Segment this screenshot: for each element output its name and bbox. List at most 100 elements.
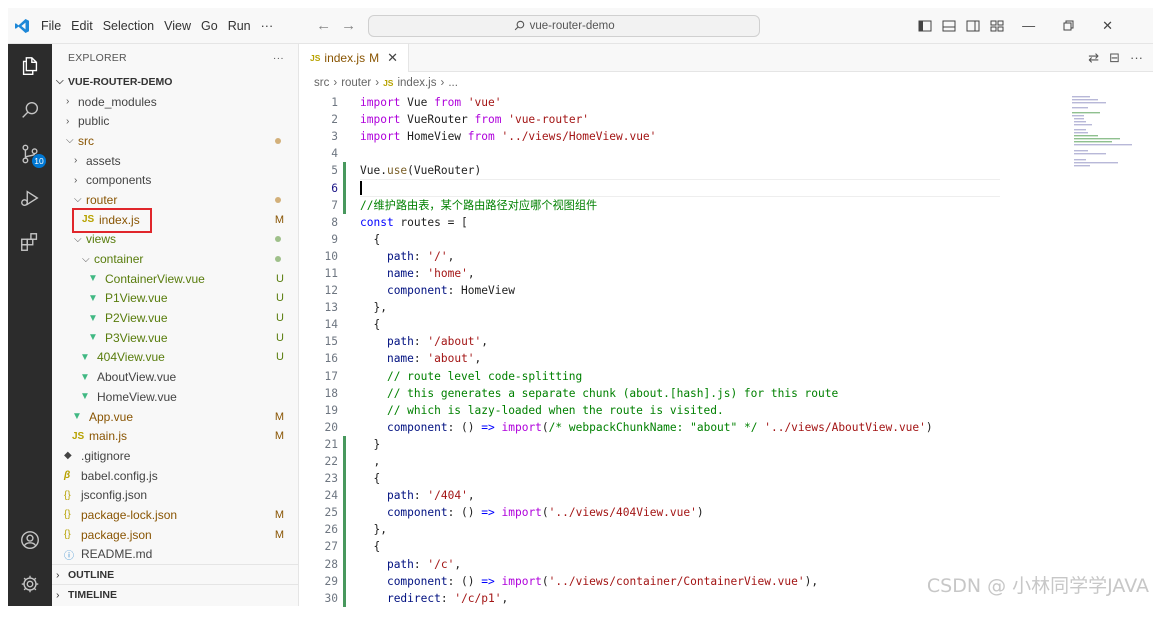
tree-item-components[interactable]: › components (52, 170, 298, 190)
explorer-activity[interactable] (8, 44, 52, 88)
code-line[interactable]: 2 import VueRouter from 'vue-router' (300, 111, 1080, 128)
forward-arrow-icon[interactable]: → (341, 17, 356, 34)
tree-item-404view[interactable]: ▼ 404View.vue U (52, 348, 298, 368)
tree-item-main-js[interactable]: JS main.js M (52, 426, 298, 446)
tree-item-package-lock[interactable]: {} package-lock.json M (52, 505, 298, 525)
minimap[interactable] (1070, 94, 1140, 174)
explorer-more-button[interactable]: ··· (273, 52, 284, 64)
minimize-button[interactable]: — (1022, 18, 1035, 33)
source-control-activity[interactable]: 10 (8, 132, 52, 176)
extensions-activity[interactable] (8, 220, 52, 264)
code-line[interactable]: 10 path: '/', (300, 248, 1080, 265)
compare-changes-icon[interactable]: ⇄ (1088, 50, 1099, 66)
close-window-button[interactable]: ✕ (1102, 18, 1113, 34)
tree-item-p1view[interactable]: ▼ P1View.vue U (52, 289, 298, 309)
code-line[interactable]: 24 path: '/404', (300, 487, 1080, 505)
code-line[interactable]: 7 //维护路由表，某个路由路径对应哪个视图组件 (300, 196, 1080, 214)
code-line[interactable]: 3 import HomeView from '../views/HomeView… (300, 128, 1080, 145)
code-line[interactable]: 9 { (300, 231, 1080, 248)
code-line[interactable]: 16 name: 'about', (300, 350, 1080, 367)
customize-layout-icon[interactable] (990, 19, 1004, 33)
tree-item-p2view[interactable]: ▼ P2View.vue U (52, 308, 298, 328)
vue-file-icon: ▼ (80, 371, 90, 383)
code-editor[interactable]: 1 import Vue from 'vue' 2 import VueRouter … (300, 94, 1080, 607)
code-line[interactable]: 21 } (300, 435, 1080, 453)
code-line[interactable]: 5 Vue.use(VueRouter) (300, 162, 1080, 180)
code-line[interactable]: 11 name: 'home', (300, 265, 1080, 282)
js-file-icon: JS (72, 430, 85, 442)
tree-item-assets[interactable]: › assets (52, 151, 298, 171)
code-line[interactable]: 22 , (300, 452, 1080, 471)
line-number: 2 (331, 113, 338, 127)
run-debug-activity[interactable] (8, 176, 52, 220)
code-line[interactable]: 14 { (300, 316, 1080, 333)
tree-item-containerview[interactable]: ▼ ContainerView.vue U (52, 269, 298, 289)
tree-item-aboutview[interactable]: ▼ AboutView.vue (52, 367, 298, 387)
tree-item-gitignore[interactable]: ◆ .gitignore (52, 446, 298, 466)
back-arrow-icon[interactable]: ← (316, 17, 331, 34)
command-center-search[interactable]: vue-router-demo (368, 14, 761, 37)
split-editor-icon[interactable]: ⊟ (1109, 50, 1120, 66)
more-actions-icon[interactable]: ··· (1130, 50, 1143, 65)
toggle-primary-sidebar-icon[interactable] (918, 19, 932, 33)
search-activity[interactable] (8, 88, 52, 132)
menu-run[interactable]: Run (223, 19, 256, 33)
code-line[interactable]: 4 (300, 145, 1080, 162)
menu-selection[interactable]: Selection (98, 19, 159, 33)
line-number: 18 (324, 386, 338, 400)
modified-dot (275, 137, 281, 144)
code-line[interactable]: 25 component: () => import('../views/404… (300, 504, 1080, 522)
accounts-activity[interactable] (8, 518, 52, 562)
code-line[interactable]: 1 import Vue from 'vue' (300, 94, 1080, 111)
tree-item-router[interactable]: ⌵ router (52, 190, 298, 210)
git-change-marker (343, 470, 346, 488)
code-line[interactable]: 15 path: '/about', (300, 333, 1080, 350)
tree-item-jsconfig[interactable]: {} jsconfig.json (52, 485, 298, 505)
menu-edit[interactable]: Edit (66, 19, 98, 33)
manage-activity[interactable] (8, 562, 52, 606)
code-line[interactable]: 8 const routes = [ (300, 214, 1080, 231)
tree-item-readme[interactable]: ⓘ README.md (52, 545, 298, 565)
git-change-marker (343, 538, 346, 556)
restore-button[interactable] (1063, 20, 1074, 31)
timeline-section[interactable]: › TIMELINE (52, 584, 298, 604)
code-line[interactable]: 18 // this generates a separate chunk (a… (300, 385, 1080, 402)
breadcrumb-symbol[interactable]: ... (448, 77, 458, 89)
tree-item-babel-config[interactable]: β babel.config.js (52, 466, 298, 486)
tree-item-package-json[interactable]: {} package.json M (52, 525, 298, 545)
gutter (338, 214, 360, 231)
close-icon[interactable]: ✕ (387, 50, 398, 66)
breadcrumb-src[interactable]: src (314, 77, 329, 89)
code-line[interactable]: 17 // route level code-splitting (300, 368, 1080, 385)
code-line[interactable]: 27 { (300, 538, 1080, 556)
toggle-panel-icon[interactable] (942, 19, 956, 33)
code-line[interactable]: 6 (300, 179, 1080, 197)
code-line[interactable]: 12 component: HomeView (300, 282, 1080, 299)
code-line[interactable]: 19 // which is lazy-loaded when the rout… (300, 402, 1080, 419)
tree-item-label: 404View.vue (97, 350, 165, 365)
tab-index-js[interactable]: JS index.js M ✕ (300, 43, 409, 72)
code-line[interactable]: 13 }, (300, 299, 1080, 316)
code-line[interactable]: 20 component: () => import(/* webpackChu… (300, 419, 1080, 436)
tree-item-p3view[interactable]: ▼ P3View.vue U (52, 328, 298, 348)
menu-more[interactable]: ··· (256, 19, 279, 33)
watermark: CSDN @ 小林同学学JAVA (926, 575, 1149, 597)
tree-item-app-vue[interactable]: ▼ App.vue M (52, 407, 298, 427)
tree-item-homeview[interactable]: ▼ HomeView.vue (52, 387, 298, 407)
tree-item-container[interactable]: ⌵ container (52, 249, 298, 269)
workspace-root[interactable]: ⌵ VUE-ROUTER-DEMO (52, 72, 298, 92)
code-line[interactable]: 23 { (300, 470, 1080, 488)
tree-item-public[interactable]: › public (52, 111, 298, 131)
outline-section[interactable]: › OUTLINE (52, 564, 298, 584)
code-line[interactable]: 26 }, (300, 521, 1080, 539)
menu-go[interactable]: Go (196, 19, 223, 33)
git-change-marker (343, 435, 346, 453)
breadcrumb-router[interactable]: router (341, 77, 371, 89)
toggle-secondary-sidebar-icon[interactable] (966, 19, 980, 33)
menu-file[interactable]: File (36, 19, 66, 33)
menu-view[interactable]: View (159, 19, 196, 33)
tree-item-src[interactable]: ⌵ src (52, 131, 298, 151)
breadcrumb-file[interactable]: index.js (397, 77, 436, 89)
chevron-down-icon: ⌵ (66, 135, 74, 147)
tree-item-node-modules[interactable]: › node_modules (52, 92, 298, 112)
